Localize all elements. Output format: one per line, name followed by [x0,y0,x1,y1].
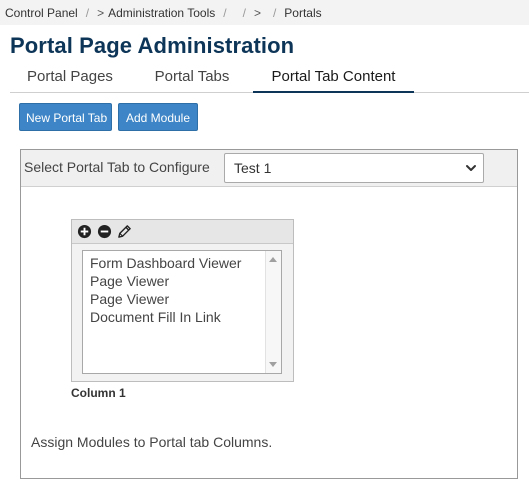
list-item[interactable]: Page Viewer [90,291,169,307]
assign-modules-hint: Assign Modules to Portal tab Columns. [31,434,273,450]
list-item[interactable]: Page Viewer [90,273,169,289]
column-label: Column 1 [71,386,126,400]
scroll-down-arrow-icon[interactable] [269,362,277,367]
tab-portal-tabs[interactable]: Portal Tabs [142,62,242,92]
portal-tab-select-value: Test 1 [234,160,272,176]
breadcrumb-chevron: > [97,5,105,20]
minus-circle-icon[interactable] [97,224,112,239]
breadcrumb-chevron: > [253,5,261,20]
plus-circle-icon[interactable] [77,224,92,239]
scroll-up-arrow-icon[interactable] [269,257,277,262]
list-item[interactable]: Document Fill In Link [90,309,221,325]
module-listbox[interactable]: Form Dashboard Viewer Page Viewer Page V… [82,250,282,374]
select-portal-tab-label: Select Portal Tab to Configure [24,159,210,175]
chevron-down-icon [466,165,476,171]
breadcrumb-separator: / [85,5,90,20]
breadcrumb-control-panel[interactable]: Control Panel [5,6,78,20]
add-module-button[interactable]: Add Module [118,103,198,131]
pencil-icon[interactable] [117,224,132,239]
new-portal-tab-button[interactable]: New Portal Tab [19,103,112,131]
breadcrumb: Control Panel / > Administration Tools /… [0,0,529,25]
panel-header: Select Portal Tab to Configure Test 1 [21,150,517,187]
tab-portal-pages[interactable]: Portal Pages [10,62,130,92]
tab-bar: Portal Pages Portal Tabs Portal Tab Cont… [10,62,529,93]
column-box: Form Dashboard Viewer Page Viewer Page V… [71,219,294,382]
list-scrollbar[interactable] [265,251,281,373]
breadcrumb-administration-tools[interactable]: Administration Tools [108,6,215,20]
breadcrumb-separator: / [242,5,246,20]
tab-portal-tab-content[interactable]: Portal Tab Content [253,62,414,93]
breadcrumb-separator: / [223,5,227,20]
configure-panel: Select Portal Tab to Configure Test 1 Fo… [20,149,518,479]
breadcrumb-separator: / [272,5,277,20]
page-title: Portal Page Administration [10,33,295,58]
column-toolbar [72,220,293,244]
breadcrumb-portals[interactable]: Portals [284,6,321,20]
list-item[interactable]: Form Dashboard Viewer [90,255,241,271]
portal-tab-select[interactable]: Test 1 [224,153,484,183]
